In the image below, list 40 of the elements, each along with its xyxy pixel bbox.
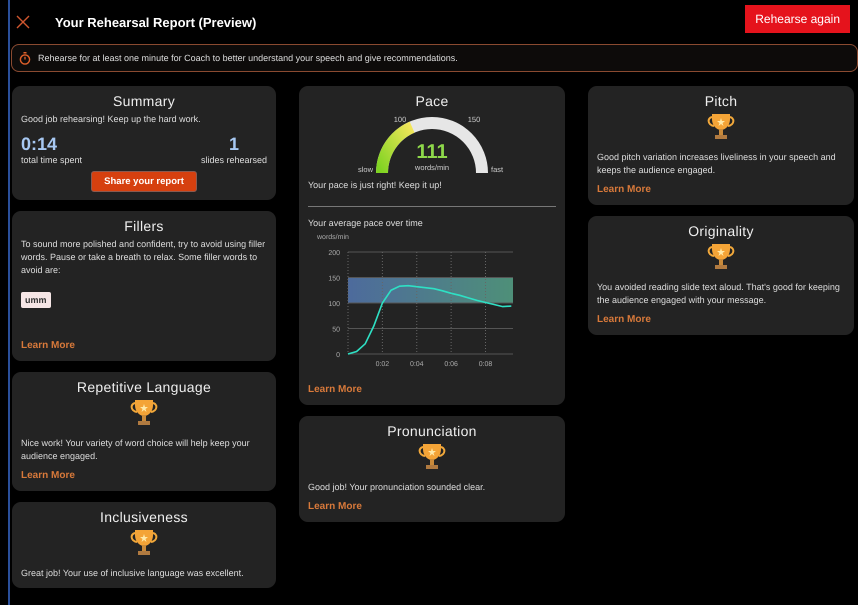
card-message: Good job rehearsing! Keep up the hard work.: [21, 113, 202, 126]
filler-word-tag: umm: [21, 292, 51, 308]
card-message: Nice work! Your variety of word choice will help keep your audience engaged.: [21, 437, 251, 463]
trophy-icon: [128, 399, 160, 427]
card-message: Good job! Your pronunciation sounded clear.: [308, 481, 486, 494]
card-message: You avoided reading slide text aloud. That's good for keeping the audience engaged with your message.: [597, 281, 841, 307]
card-title: Pace: [414, 93, 450, 109]
card-title: Pitch: [704, 93, 738, 109]
close-icon[interactable]: [16, 15, 30, 29]
trophy-icon: [416, 443, 448, 471]
stat-label: slides rehearsed: [200, 155, 267, 165]
learn-more-link[interactable]: Learn More: [597, 184, 651, 195]
card-title: Inclusiveness: [99, 509, 189, 525]
notice-text: Rehearse for at least one minute for Coach to better understand your speech and give recommendations.: [38, 53, 458, 63]
timer-icon: [19, 52, 31, 64]
card-message: Great job! Your use of inclusive language was excellent.: [21, 567, 245, 580]
card-message: Your pace is just right! Keep it up!: [308, 179, 443, 192]
card-title: Fillers: [123, 218, 165, 234]
card-title: Pronunciation: [386, 423, 478, 439]
learn-more-link[interactable]: Learn More: [597, 314, 651, 325]
card-title: Repetitive Language: [76, 379, 212, 395]
trophy-icon: [128, 529, 160, 557]
trophy-icon: [705, 113, 737, 141]
card-title: Originality: [687, 223, 755, 239]
stat-label: total time spent: [21, 155, 82, 165]
trophy-icon: [705, 243, 737, 271]
learn-more-link[interactable]: Learn More: [308, 501, 362, 512]
card-title: Summary: [112, 93, 176, 109]
window-title: Your Rehearsal Report (Preview): [55, 14, 258, 30]
learn-more-link[interactable]: Learn More: [308, 384, 362, 395]
chart-title: Your average pace over time: [308, 217, 424, 230]
line-series: [347, 284, 512, 355]
stat-value: 1: [228, 134, 239, 155]
card-message: To sound more polished and confident, try to avoid using filler words. Pause or take a breath to relax. Some filler words to avoid are:: [21, 238, 266, 277]
learn-more-link[interactable]: Learn More: [21, 340, 75, 351]
share-report-button[interactable]: Share your report: [91, 171, 197, 192]
stat-value: 0:14: [21, 134, 58, 155]
rehearse-again-button[interactable]: Rehearse again: [745, 5, 850, 33]
card-message: Good pitch variation increases liveliness in your speech and keeps the audience engaged.: [597, 151, 837, 177]
learn-more-link[interactable]: Learn More: [21, 470, 75, 481]
